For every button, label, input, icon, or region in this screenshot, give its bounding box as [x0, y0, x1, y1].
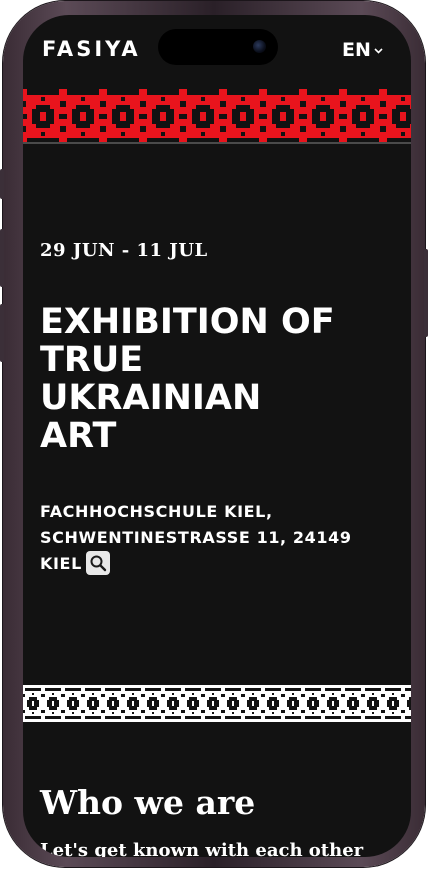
volume-down-button [0, 304, 4, 362]
red-ornament-band [23, 89, 411, 144]
action-button [0, 169, 4, 199]
section-intro-text: Let's get known with each other [40, 840, 364, 857]
language-selector[interactable]: EN [342, 39, 383, 61]
chevron-down-icon [374, 45, 383, 56]
search-icon[interactable] [85, 550, 110, 575]
volume-up-button [0, 229, 4, 287]
event-address: FACHHOCHSCHULE KIEL, SCHWENTINESTRASSE 1… [40, 499, 395, 577]
language-label: EN [342, 39, 371, 61]
site-logo[interactable]: FASIYA [42, 37, 141, 61]
phone-screen: FASIYA EN 29 JUN - 11 JUL EXHIBITION OF … [23, 15, 411, 857]
section-heading-who-we-are: Who we are [40, 783, 256, 822]
power-button [424, 249, 428, 337]
event-title: EXHIBITION OF TRUE UKRAINIAN ART [40, 302, 335, 456]
event-dates: 29 JUN - 11 JUL [40, 240, 208, 261]
front-camera [253, 40, 266, 53]
phone-frame: FASIYA EN 29 JUN - 11 JUL EXHIBITION OF … [0, 1, 428, 867]
dynamic-island [158, 29, 278, 65]
white-ornament-band [23, 685, 411, 722]
